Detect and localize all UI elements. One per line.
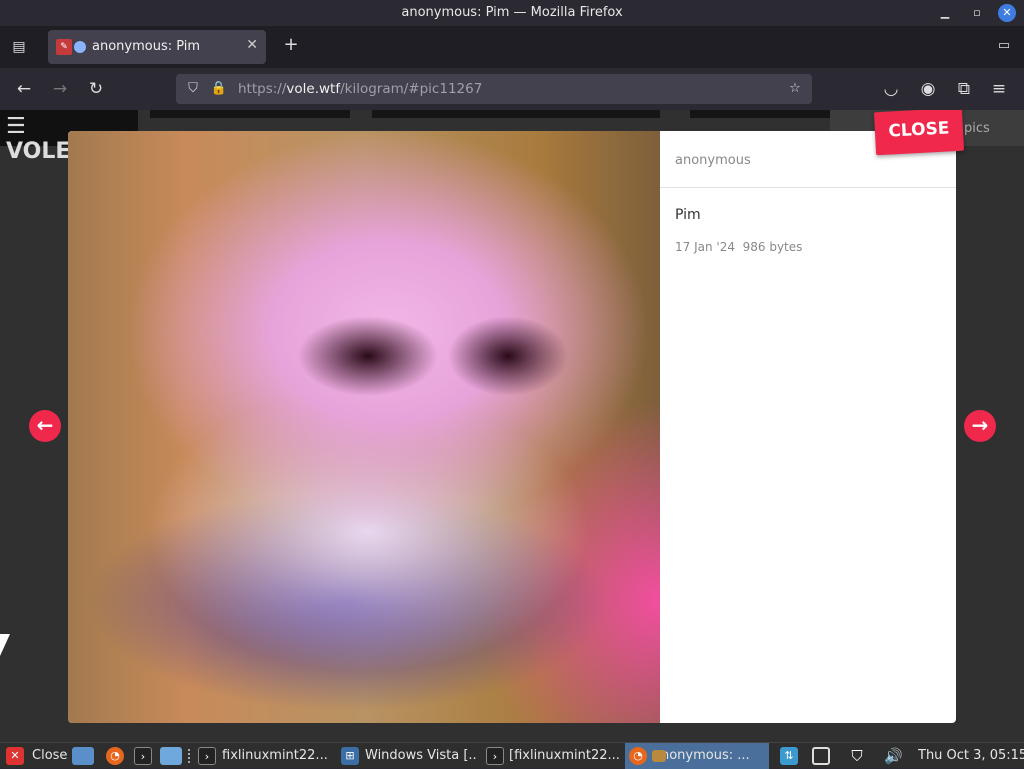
back-icon[interactable]: ← [13, 78, 35, 100]
menu-icon[interactable]: ≡ [988, 78, 1010, 100]
image-title: Pim [675, 207, 701, 223]
image-meta: 17 Jan '24 986 bytes [675, 240, 802, 254]
tab-close-icon[interactable]: ✕ [246, 37, 258, 53]
lock-icon[interactable]: 🔒 [210, 80, 228, 98]
close-button[interactable]: CLOSE [873, 110, 965, 156]
window-view-icon[interactable]: ▭ [994, 36, 1014, 56]
url-bar[interactable]: ⛉ 🔒 https://vole.wtf/kilogram/#pic11267 … [176, 74, 812, 104]
mouse-cursor-icon [0, 634, 10, 656]
extensions-icon[interactable]: ⧉ [953, 78, 975, 100]
bg-thumb-strip [690, 110, 830, 118]
shield-icon[interactable]: ⛉ [184, 80, 202, 98]
firefox-launcher-icon[interactable]: ◔ [106, 747, 124, 765]
reload-icon[interactable]: ↻ [85, 78, 107, 100]
url-path: /kilogram/#pic11267 [340, 81, 483, 97]
volume-icon[interactable]: 🔊 [884, 747, 903, 765]
bg-right-text: pics [964, 121, 990, 136]
shield-tray-icon[interactable]: ⛉ [848, 747, 866, 765]
pocket-icon[interactable]: ◡ [880, 78, 902, 100]
terminal-launcher-icon[interactable]: › [134, 747, 152, 765]
taskbar-close-label[interactable]: Close [32, 743, 67, 769]
tab-label: anonymous: Pim [92, 39, 201, 54]
pixel-photo [68, 131, 660, 723]
page-content: ☰ VOLE.WTF pics anonymous Pim 17 Jan '24… [0, 110, 1024, 742]
firefox-task-icon: ◔ [629, 747, 647, 765]
bookmark-star-icon[interactable]: ☆ [786, 80, 804, 98]
image-size: 986 bytes [742, 240, 803, 254]
desktop-icon[interactable] [72, 747, 94, 765]
terminal-task-icon: › [486, 747, 504, 765]
prev-arrow-icon[interactable]: ← [29, 410, 61, 442]
taskbar: ✕ Close ◔ › › fixlinuxmint22... ⊞ Window… [0, 742, 1024, 769]
network-tray-icon[interactable]: ⇅ [780, 747, 798, 765]
tab-bar: ▤ ✎ anonymous: Pim ✕ + ▭ [0, 26, 1024, 68]
window-close-icon[interactable]: ✕ [998, 4, 1016, 22]
nav-bar: ← → ↻ ⛉ 🔒 https://vole.wtf/kilogram/#pic… [0, 68, 1024, 110]
taskbar-item-firefox-label: anonymous: ... [653, 748, 750, 763]
image-date: 17 Jan '24 [675, 240, 735, 254]
url-text[interactable]: https://vole.wtf/kilogram/#pic11267 [238, 81, 482, 97]
minimize-icon[interactable]: ▁ [936, 4, 954, 22]
terminal-task-icon: › [198, 747, 216, 765]
taskbar-item-terminal-2[interactable]: [fixlinuxmint22... [509, 743, 621, 769]
new-tab-icon[interactable]: + [280, 34, 302, 56]
clock[interactable]: Thu Oct 3, 05:15 [918, 743, 1024, 769]
window-titlebar: anonymous: Pim — Mozilla Firefox ▁ ▫ ✕ [0, 0, 1024, 26]
bg-thumb-strip [150, 110, 350, 118]
next-arrow-icon[interactable]: → [964, 410, 996, 442]
bg-thumb-strip [372, 110, 660, 118]
author-name[interactable]: anonymous [675, 153, 751, 168]
url-scheme: https:// [238, 81, 287, 97]
taskbar-separator [188, 749, 192, 763]
maximize-icon[interactable]: ▫ [968, 4, 986, 22]
user-favicon-icon [74, 41, 86, 53]
camera-task-icon [652, 750, 666, 762]
close-app-icon[interactable]: ✕ [6, 747, 24, 765]
taskbar-item-vista[interactable]: Windows Vista [... [365, 743, 477, 769]
site-favicon-icon: ✎ [56, 39, 72, 55]
forward-icon[interactable]: → [49, 78, 71, 100]
vista-task-icon: ⊞ [341, 747, 359, 765]
account-icon[interactable]: ◉ [917, 78, 939, 100]
clipboard-tray-icon[interactable] [812, 747, 830, 765]
tab-active[interactable]: ✎ anonymous: Pim ✕ [48, 30, 266, 64]
taskbar-item-terminal-1[interactable]: fixlinuxmint22... [222, 743, 332, 769]
tab-list-icon[interactable]: ▤ [8, 36, 30, 58]
image-modal: anonymous Pim 17 Jan '24 986 bytes [68, 131, 956, 723]
files-launcher-icon[interactable] [160, 747, 182, 765]
window-title: anonymous: Pim — Mozilla Firefox [401, 5, 623, 20]
url-host: vole.wtf [286, 81, 341, 97]
